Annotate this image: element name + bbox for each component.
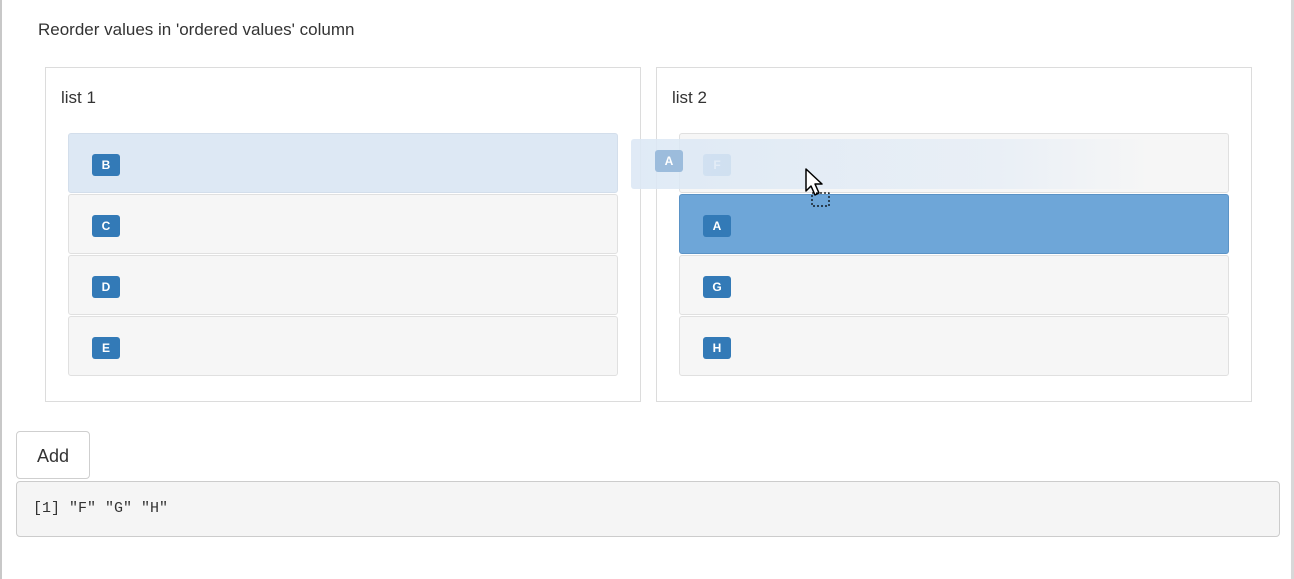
console-output: [1] "F" "G" "H" [16, 481, 1280, 537]
drag-ghost-badge: A [655, 150, 683, 172]
list-item-g[interactable]: G [679, 255, 1229, 315]
list-2-title: list 2 [672, 88, 707, 107]
item-badge: H [703, 337, 731, 359]
item-badge: D [92, 276, 120, 298]
list-item-c[interactable]: C [68, 194, 618, 254]
list-1-items: B C D E [68, 133, 618, 377]
list-item-h[interactable]: H [679, 316, 1229, 376]
list-1-title: list 1 [61, 88, 96, 107]
list-item-b[interactable]: B [68, 133, 618, 193]
list-item-a[interactable]: A [679, 194, 1229, 254]
item-badge: B [92, 154, 120, 176]
add-button[interactable]: Add [16, 431, 90, 479]
list-item-e[interactable]: E [68, 316, 618, 376]
item-badge: A [703, 215, 731, 237]
item-badge: C [92, 215, 120, 237]
instruction-text: Reorder values in 'ordered values' colum… [38, 20, 355, 39]
drag-ghost-item: A [631, 139, 1151, 189]
list-item-d[interactable]: D [68, 255, 618, 315]
item-badge: E [92, 337, 120, 359]
item-badge: G [703, 276, 731, 298]
list-1-panel: list 1 B C D E [45, 67, 641, 402]
list-2-panel: list 2 F A G H [656, 67, 1252, 402]
drag-cursor-icon [804, 167, 838, 211]
window-left-border [0, 0, 2, 579]
